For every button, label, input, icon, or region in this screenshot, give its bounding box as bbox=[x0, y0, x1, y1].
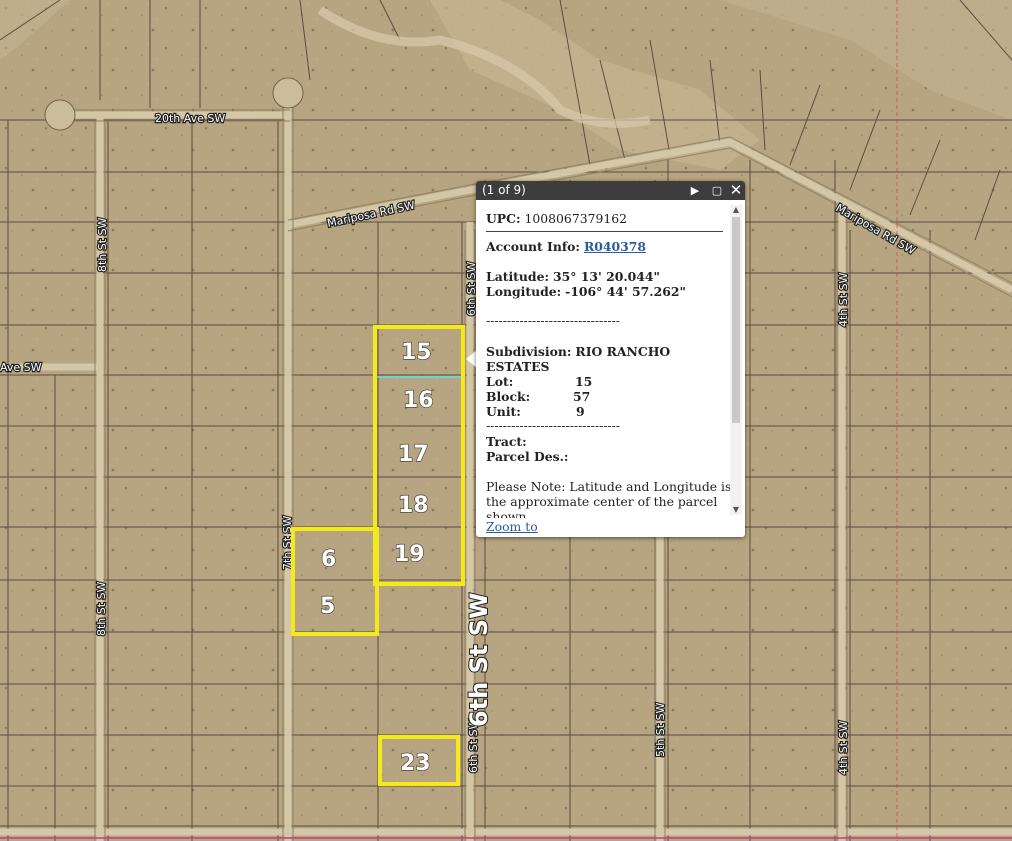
maximize-icon[interactable]: ▢ bbox=[708, 181, 726, 200]
scroll-up-icon[interactable]: ▲ bbox=[730, 205, 742, 215]
scroll-thumb[interactable] bbox=[732, 217, 740, 423]
scroll-down-icon[interactable]: ▼ bbox=[730, 505, 742, 515]
lot-number-17: 17 bbox=[398, 442, 429, 467]
subdivision-row: Subdivision: RIO RANCHO bbox=[486, 344, 670, 359]
note-line-3: shown. bbox=[486, 509, 531, 518]
subdivision-value: RIO RANCHO bbox=[575, 344, 671, 359]
latitude-row: Latitude: 35° 13' 20.044" bbox=[486, 269, 660, 284]
tract-row: Tract: bbox=[486, 434, 527, 449]
parcel-des-row: Parcel Des.: bbox=[486, 449, 568, 464]
block-label: Block: bbox=[486, 389, 531, 404]
longitude-row: Longitude: -106° 44' 57.262" bbox=[486, 284, 686, 299]
road-label-5th-st: 5th St SW bbox=[654, 702, 667, 757]
lot-number-6: 6 bbox=[321, 547, 336, 572]
lot-row: Lot: 15 bbox=[486, 374, 592, 389]
separator-line bbox=[486, 231, 723, 232]
account-link[interactable]: R040378 bbox=[584, 239, 646, 254]
lot-number-5: 5 bbox=[320, 594, 335, 619]
popup-body: UPC: 1008067379162 Account Info: R040378… bbox=[486, 208, 731, 522]
longitude-value: -106° 44' 57.262" bbox=[565, 284, 686, 299]
zoom-to-link[interactable]: Zoom to bbox=[486, 519, 538, 534]
road-label-8th-st-top: 8th St SW bbox=[96, 217, 109, 272]
close-icon[interactable]: ✕ bbox=[727, 181, 745, 200]
account-row: Account Info: R040378 bbox=[486, 239, 646, 254]
road-label-8th-st-bottom: 8th St SW bbox=[95, 581, 108, 636]
latitude-label: Latitude: bbox=[486, 269, 550, 284]
lot-number-18: 18 bbox=[398, 493, 429, 518]
unit-row: Unit: 9 bbox=[486, 404, 585, 419]
lot-number-23: 23 bbox=[400, 751, 431, 776]
tract-label: Tract: bbox=[486, 434, 527, 449]
popup-scrollbar[interactable]: ▲ ▼ bbox=[730, 205, 742, 515]
block-value: 57 bbox=[573, 389, 591, 404]
lot-number-16: 16 bbox=[403, 388, 434, 413]
upc-row: UPC: 1008067379162 bbox=[486, 211, 627, 226]
road-label-4th-st-bottom: 4th St SW bbox=[837, 720, 850, 775]
parcel-des-label: Parcel Des.: bbox=[486, 449, 569, 464]
road-label-4th-st-top: 4th St SW bbox=[837, 272, 850, 327]
subdivision-label: Subdivision: bbox=[486, 344, 572, 359]
dash-separator: -------------------------------- bbox=[486, 313, 620, 328]
road-label-6th-st-big: 6th St SW bbox=[465, 593, 493, 727]
unit-label: Unit: bbox=[486, 404, 521, 419]
latitude-value: 35° 13' 20.044" bbox=[552, 269, 660, 284]
unit-value: 9 bbox=[576, 404, 585, 419]
popup-counter: (1 of 9) bbox=[482, 183, 526, 197]
popup-header: (1 of 9) ▶ ▢ ✕ bbox=[476, 181, 745, 200]
lot-value: 15 bbox=[575, 374, 593, 389]
lot-number-19: 19 bbox=[394, 542, 425, 567]
upc-label: UPC: bbox=[486, 211, 521, 226]
next-feature-icon[interactable]: ▶ bbox=[686, 181, 704, 200]
note-line-1: Please Note: Latitude and Longitude is bbox=[486, 479, 732, 494]
lot-label: Lot: bbox=[486, 374, 514, 389]
road-label-ave-sw: Ave SW bbox=[0, 361, 42, 374]
note-line-2: the approximate center of the parcel bbox=[486, 494, 718, 509]
dash-separator-2: -------------------------------- bbox=[486, 418, 620, 433]
subdivision-value-2: ESTATES bbox=[486, 359, 550, 374]
longitude-label: Longitude: bbox=[486, 284, 562, 299]
lot-number-15: 15 bbox=[401, 340, 432, 365]
subdivision-row-2: ESTATES bbox=[486, 359, 549, 374]
road-label-20th-ave: 20th Ave SW bbox=[155, 112, 225, 125]
parcel-info-popup: (1 of 9) ▶ ▢ ✕ UPC: 1008067379162 Accoun… bbox=[476, 181, 745, 537]
upc-value: 1008067379162 bbox=[524, 211, 627, 226]
account-label: Account Info: bbox=[486, 239, 580, 254]
block-row: Block: 57 bbox=[486, 389, 590, 404]
